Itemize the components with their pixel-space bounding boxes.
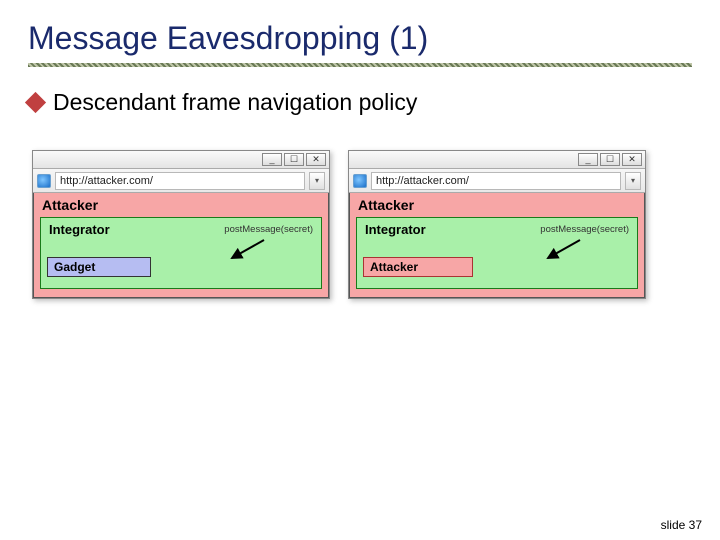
bullet-icon xyxy=(25,92,46,113)
diagrams-row: _ ☐ ✕ http://attacker.com/ ▾ Attacker In… xyxy=(28,150,692,299)
integrator-frame: Integrator postMessage(secret) Attacker xyxy=(356,217,638,289)
attacker-label: Attacker xyxy=(42,197,322,213)
maximize-icon: ☐ xyxy=(600,153,620,166)
close-icon: ✕ xyxy=(306,153,326,166)
url-text: http://attacker.com/ xyxy=(376,175,469,187)
dropdown-icon: ▾ xyxy=(309,172,325,190)
url-box: http://attacker.com/ xyxy=(55,172,305,190)
address-bar: http://attacker.com/ ▾ xyxy=(349,169,645,193)
maximize-icon: ☐ xyxy=(284,153,304,166)
integrator-frame: Integrator postMessage(secret) Gadget xyxy=(40,217,322,289)
browser-right: _ ☐ ✕ http://attacker.com/ ▾ Attacker In… xyxy=(348,150,646,299)
minimize-icon: _ xyxy=(578,153,598,166)
window-titlebar: _ ☐ ✕ xyxy=(33,151,329,169)
attacker-frame: Attacker Integrator postMessage(secret) … xyxy=(349,193,645,298)
title-rule xyxy=(28,63,692,67)
attacker-inner-frame: Attacker xyxy=(363,257,473,277)
arrow-icon xyxy=(542,238,582,262)
attacker-frame: Attacker Integrator postMessage(secret) … xyxy=(33,193,329,298)
postmessage-label: postMessage(secret) xyxy=(540,224,629,235)
gadget-frame: Gadget xyxy=(47,257,151,277)
url-text: http://attacker.com/ xyxy=(60,175,153,187)
bullet-text: Descendant frame navigation policy xyxy=(53,89,417,116)
bullet-row: Descendant frame navigation policy xyxy=(28,89,692,116)
slide-number: slide 37 xyxy=(661,518,702,532)
arrow-icon xyxy=(226,238,266,262)
postmessage-label: postMessage(secret) xyxy=(224,224,313,235)
globe-icon xyxy=(37,174,51,188)
attacker-label: Attacker xyxy=(358,197,638,213)
dropdown-icon: ▾ xyxy=(625,172,641,190)
url-box: http://attacker.com/ xyxy=(371,172,621,190)
address-bar: http://attacker.com/ ▾ xyxy=(33,169,329,193)
globe-icon xyxy=(353,174,367,188)
minimize-icon: _ xyxy=(262,153,282,166)
browser-left: _ ☐ ✕ http://attacker.com/ ▾ Attacker In… xyxy=(32,150,330,299)
close-icon: ✕ xyxy=(622,153,642,166)
slide-title: Message Eavesdropping (1) xyxy=(28,20,692,57)
window-titlebar: _ ☐ ✕ xyxy=(349,151,645,169)
